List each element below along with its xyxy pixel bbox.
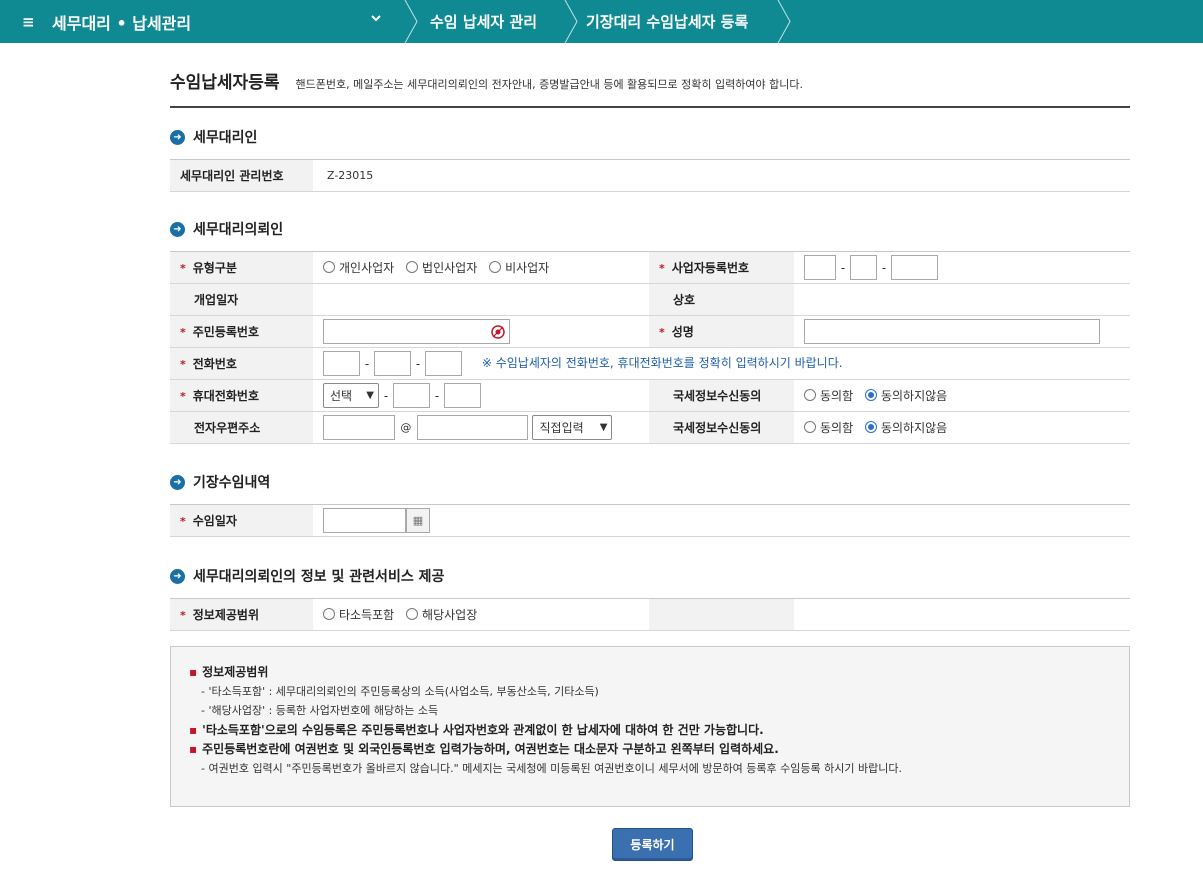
arrow-circle-icon: ➜ — [170, 568, 185, 584]
radio-icon — [804, 421, 816, 434]
main-content: 수임납세자등록 핸드폰번호, 메일주소는 세무대리의뢰인의 전자안내, 증명발급… — [170, 60, 1130, 631]
email-id-input[interactable] — [323, 415, 395, 440]
email-domain-input[interactable] — [416, 415, 528, 440]
mobile-prefix-select[interactable]: 선택 ▼ — [323, 383, 379, 408]
scope-radio-this-business[interactable]: 해당사업장 — [406, 606, 477, 623]
agent-number-value: Z-23015 — [313, 159, 1130, 192]
consent-label-1: 국세정보수신동의 — [649, 379, 794, 412]
arrow-circle-icon: ➜ — [170, 474, 185, 490]
mobile-input-2[interactable] — [393, 383, 430, 408]
notice-line: - 여권번호 입력시 "주민등록번호가 올바르지 않습니다." 메세지는 국세청… — [201, 762, 902, 775]
chevron-down-icon — [370, 12, 382, 27]
phone-input-3[interactable] — [425, 351, 462, 376]
consent1-disagree-radio[interactable]: 동의하지않음 — [864, 387, 947, 404]
phone-hint: ※ 수임납세자의 전화번호, 휴대전화번호를 정확히 입력하시기 바랍니다. — [481, 356, 843, 370]
consent2-disagree-radio[interactable]: 동의하지않음 — [864, 419, 947, 436]
top-nav-bar: ≡ 세무대리 • 납세관리 수임 납세자 관리 기장대리 수임납세자 등록 — [0, 0, 1203, 43]
hamburger-icon: ≡ — [22, 12, 35, 31]
consent1-agree-radio[interactable]: 동의함 — [804, 387, 853, 404]
section-title-contract: ➜ 기장수임내역 — [170, 472, 1130, 492]
email-label: 전자우편주소 — [170, 411, 313, 444]
bizno-input-2[interactable] — [850, 255, 877, 280]
empty-value-cell — [794, 598, 1130, 631]
calendar-icon[interactable]: ▦ — [406, 508, 430, 533]
company-label: 상호 — [649, 283, 794, 316]
breadcrumb-separator-icon — [564, 0, 578, 43]
agent-number-label: 세무대리인 관리번호 — [170, 159, 313, 192]
contract-date-input[interactable] — [323, 508, 406, 533]
page-description: 핸드폰번호, 메일주소는 세무대리의뢰인의 전자안내, 증명발급안내 등에 활용… — [295, 78, 803, 91]
notice-line: ▪ '타소득포함'으로의 수임등록은 주민등록번호나 사업자번호와 관계없이 한 … — [189, 723, 764, 737]
bizno-label: * 사업자등록번호 — [649, 251, 794, 284]
rrn-input[interactable] — [323, 319, 510, 344]
breadcrumb-separator-icon — [777, 0, 791, 43]
radio-checked-icon — [864, 389, 877, 402]
notice-box: ▪ 정보제공범위 - '타소득포함' : 세무대리의뢰인의 주민등록상의 소득(사… — [170, 646, 1130, 807]
mobile-label: * 휴대전화번호 — [170, 379, 313, 412]
bizno-inputs: -- — [794, 251, 1130, 284]
bizno-input-3[interactable] — [891, 255, 938, 280]
section-title-agent: ➜ 세무대리인 — [170, 127, 1130, 147]
company-value — [794, 283, 1130, 316]
eye-toggle-icon[interactable] — [491, 325, 505, 339]
scope-label: * 정보제공범위 — [170, 598, 313, 631]
radio-icon — [804, 389, 816, 402]
type-label: * 유형구분 — [170, 251, 313, 284]
contract-date-label: * 수임일자 — [170, 504, 313, 537]
bizno-input-1[interactable] — [804, 255, 836, 280]
radio-icon — [406, 261, 419, 274]
chevron-down-icon: ▼ — [366, 390, 374, 401]
phone-input-2[interactable] — [374, 351, 411, 376]
consent2-agree-radio[interactable]: 동의함 — [804, 419, 853, 436]
breadcrumb-current-page[interactable]: 기장대리 수임납세자 등록 — [586, 0, 748, 43]
info-table: * 정보제공범위 타소득포함 해당사업장 — [170, 598, 1130, 631]
email-at-sign: @ — [400, 421, 412, 434]
empty-label-cell — [649, 598, 794, 631]
phone-input-1[interactable] — [323, 351, 360, 376]
open-date-label: 개업일자 — [170, 283, 313, 316]
notice-line: ▪ 주민등록번호란에 여권번호 및 외국인등록번호 입력가능하며, 여권번호는 대… — [189, 742, 779, 756]
section-title-text: 세무대리인 — [193, 130, 258, 146]
type-radio-group: 개인사업자 법인사업자 비사업자 — [313, 251, 649, 284]
type-radio-individual[interactable]: 개인사업자 — [323, 259, 394, 276]
name-label: * 성명 — [649, 315, 794, 348]
chevron-down-icon: ▼ — [599, 422, 608, 433]
agent-table: 세무대리인 관리번호 Z-23015 — [170, 159, 1130, 192]
client-table: * 유형구분 개인사업자 법인사업자 비사업자 * 사업자등록번호 -- 개업일자 … — [170, 251, 1130, 444]
rrn-label: * 주민등록번호 — [170, 315, 313, 348]
radio-icon — [489, 261, 502, 274]
main-menu-label: 세무대리 • 납세관리 — [52, 13, 192, 33]
page-title: 수임납세자등록 — [170, 73, 280, 93]
section-title-text: 세무대리의뢰인의 정보 및 관련서비스 제공 — [193, 569, 445, 585]
type-radio-corporate[interactable]: 법인사업자 — [406, 259, 477, 276]
phone-label: * 전화번호 — [170, 347, 313, 380]
page-header: 수임납세자등록 핸드폰번호, 메일주소는 세무대리의뢰인의 전자안내, 증명발급… — [170, 60, 1130, 108]
type-radio-non-business[interactable]: 비사업자 — [489, 259, 549, 276]
consent-label-2: 국세정보수신동의 — [649, 411, 794, 444]
mobile-input-3[interactable] — [444, 383, 481, 408]
section-title-text: 세무대리의뢰인 — [193, 222, 284, 238]
radio-icon — [323, 608, 335, 621]
arrow-circle-icon: ➜ — [170, 221, 185, 237]
radio-icon — [406, 608, 419, 621]
breadcrumb-client-management[interactable]: 수임 납세자 관리 — [430, 0, 537, 43]
section-title-client: ➜ 세무대리의뢰인 — [170, 219, 1130, 239]
name-input[interactable] — [804, 319, 1100, 344]
email-domain-select[interactable]: 직접입력 ▼ — [532, 415, 613, 440]
notice-line: - '타소득포함' : 세무대리의뢰인의 주민등록상의 소득(사업소득, 부동산… — [201, 685, 599, 698]
register-button[interactable]: 등록하기 — [612, 828, 693, 861]
notice-line: ▪ 정보제공범위 — [189, 665, 269, 679]
open-date-value — [313, 283, 649, 316]
radio-icon — [323, 261, 335, 274]
notice-line: - '해당사업장' : 등록한 사업자번호에 해당하는 소득 — [201, 704, 439, 717]
radio-checked-icon — [864, 421, 877, 434]
scope-radio-other-income[interactable]: 타소득포함 — [323, 606, 394, 623]
main-menu-button[interactable]: ≡ 세무대리 • 납세관리 — [10, 0, 382, 43]
contract-table: * 수임일자 ▦ — [170, 504, 1130, 537]
section-title-info: ➜ 세무대리의뢰인의 정보 및 관련서비스 제공 — [170, 566, 1130, 586]
arrow-circle-icon: ➜ — [170, 129, 185, 145]
breadcrumb-separator-icon — [404, 0, 418, 43]
section-title-text: 기장수임내역 — [193, 475, 271, 491]
